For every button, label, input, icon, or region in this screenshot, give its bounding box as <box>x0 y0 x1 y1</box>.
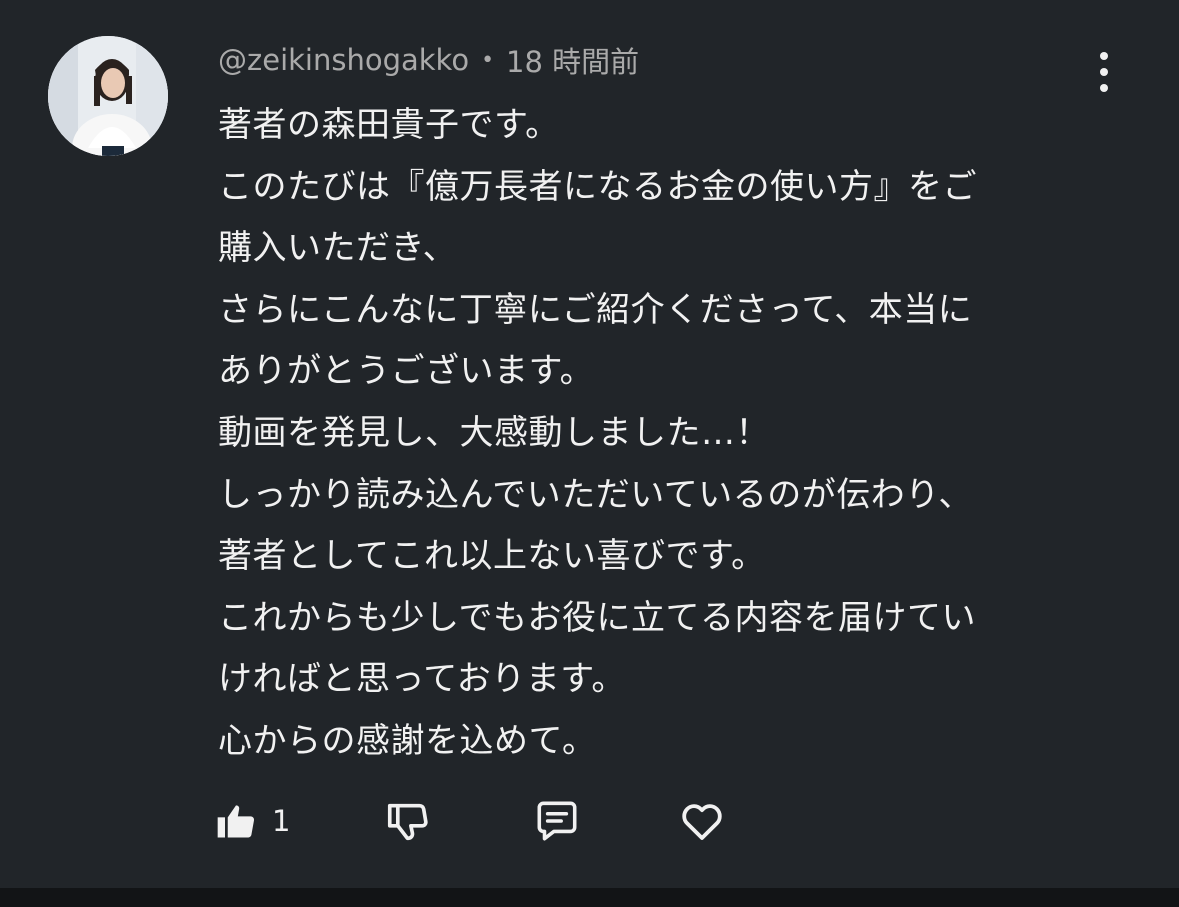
author-name[interactable]: @zeikinshogakko <box>218 43 469 77</box>
comment-line: 著者としてこれ以上ない喜びです。 <box>218 536 766 577</box>
meta-separator: • <box>481 47 495 73</box>
comment-line: 心からの感謝を込めて。 <box>218 720 597 761</box>
comment-line: ければと思っております。 <box>218 659 626 700</box>
avatar-image <box>48 36 168 156</box>
comment-text: 著者の森田貴子です。 このたびは『億万長者になるお金の使い方』をご 購入いただき… <box>218 95 1098 773</box>
menu-dot <box>1100 52 1108 60</box>
comment-meta: @zeikinshogakko • 18 時間前 <box>218 40 639 80</box>
timestamp[interactable]: 18 時間前 <box>506 39 639 81</box>
avatar[interactable] <box>48 36 168 156</box>
comment-line: これからも少しでもお役に立てる内容を届けてい <box>218 597 976 638</box>
heart-button[interactable] <box>678 796 726 846</box>
comment-line: 動画を発見し、大感動しました…！ <box>218 412 770 453</box>
thumbs-down-icon <box>387 803 428 841</box>
comment-line: しっかり読み込んでいただいているのが伝わり、 <box>218 474 973 515</box>
comment-line: さらにこんなに丁寧にご紹介くださって、本当に <box>218 289 973 330</box>
comment-line: 著者の森田貴子です。 <box>218 105 560 145</box>
more-vertical-icon[interactable] <box>1086 50 1122 94</box>
comment-line: このたびは『億万長者になるお金の使い方』をご <box>218 166 977 207</box>
reply-button[interactable] <box>532 796 582 846</box>
dislike-button[interactable] <box>384 796 430 846</box>
bottom-bar <box>0 888 1179 907</box>
thumbs-up-icon <box>217 805 255 838</box>
comment-card: @zeikinshogakko • 18 時間前 著者の森田貴子です。 このたび… <box>0 0 1179 888</box>
comment-line: 購入いただき、 <box>218 228 458 269</box>
like-count: 1 <box>272 804 291 838</box>
like-button[interactable]: 1 <box>214 796 290 846</box>
heart-icon <box>682 804 722 840</box>
menu-dot <box>1100 68 1108 76</box>
menu-dot <box>1100 84 1108 92</box>
comment-line: ありがとうございます。 <box>218 351 595 392</box>
comment-icon <box>537 801 577 841</box>
